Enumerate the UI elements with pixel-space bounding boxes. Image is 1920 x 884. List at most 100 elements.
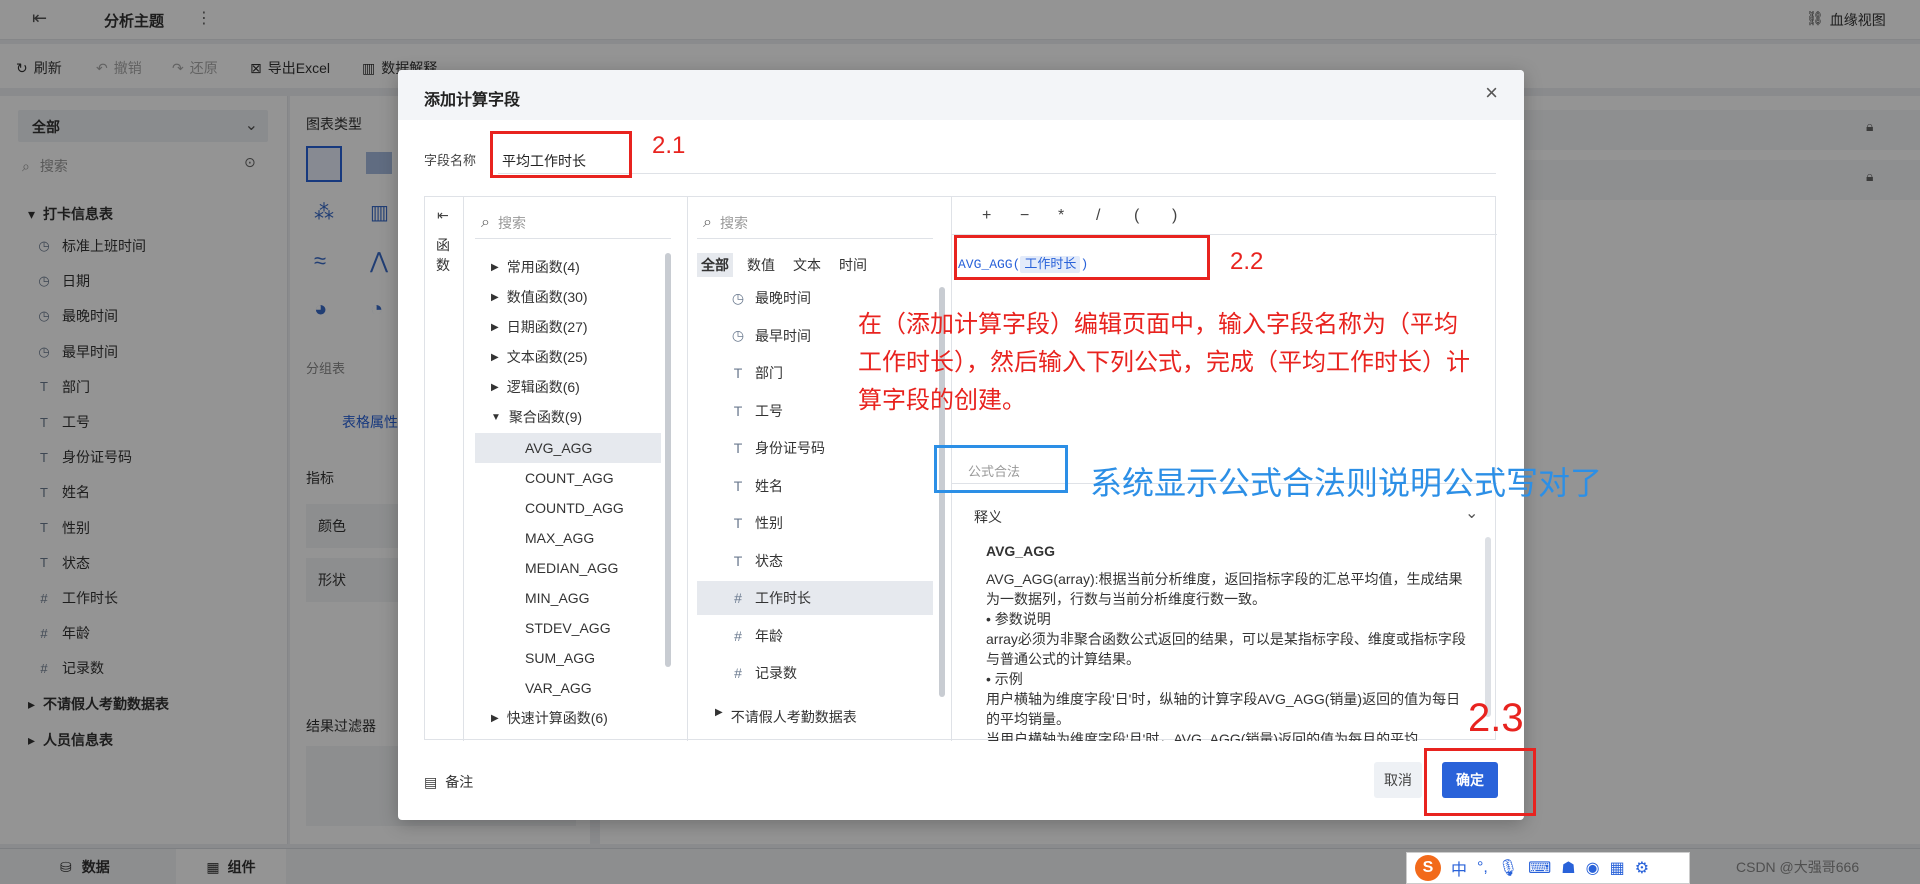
- function-item[interactable]: COUNT_AGG: [475, 463, 661, 493]
- annotation-box-valid: [934, 445, 1068, 493]
- field-search-input[interactable]: ⌕ 搜索: [697, 207, 933, 239]
- annotation-box-ok: [1424, 748, 1536, 816]
- explain-line: AVG_AGG(array):根据当前分析维度，返回指标字段的汇总平均值，生成结…: [986, 571, 1463, 607]
- microphone-icon[interactable]: 🎙︎: [1498, 858, 1518, 878]
- function-item[interactable]: SUM_AGG: [475, 643, 661, 673]
- operator-button[interactable]: /: [1096, 207, 1100, 225]
- text-type-icon: T: [733, 365, 743, 381]
- caret-right-icon: ▶: [491, 712, 499, 724]
- number-type-icon: #: [734, 590, 742, 606]
- operator-button[interactable]: −: [1020, 207, 1029, 225]
- chevron-down-icon[interactable]: ⌄: [1465, 503, 1478, 523]
- cancel-button[interactable]: 取消: [1374, 762, 1422, 798]
- function-search-input[interactable]: ⌕ 搜索: [475, 207, 671, 239]
- function-category[interactable]: ▶ 数值函数(30): [491, 287, 588, 307]
- field-tab[interactable]: 数值: [743, 253, 779, 277]
- number-type-icon: #: [734, 665, 742, 681]
- field-list-item[interactable]: # 年龄: [697, 619, 933, 653]
- keyboard-icon[interactable]: ⌨: [1528, 858, 1551, 878]
- text-type-icon: T: [733, 552, 743, 569]
- apps-icon[interactable]: ▦: [1610, 858, 1625, 878]
- field-tab[interactable]: 时间: [835, 253, 871, 277]
- explain-line: array必须为非聚合函数公式返回的结果，可以是某指标字段、维度或指标字段与普通…: [986, 631, 1466, 667]
- caret-right-icon: ▶: [491, 291, 499, 303]
- annotation-2-2: 2.2: [1230, 248, 1264, 275]
- note-button[interactable]: ▤ 备注: [424, 772, 473, 792]
- explain-line: 用户横轴为维度字段'日'时，纵轴的计算字段AVG_AGG(销量)返回的值为每日的…: [986, 691, 1461, 727]
- annotation-valid-note: 系统显示公式合法则说明公式写对了: [1090, 465, 1603, 501]
- search-icon: ⌕: [703, 213, 712, 231]
- function-item[interactable]: COUNTD_AGG: [475, 493, 661, 523]
- operator-button[interactable]: +: [982, 207, 991, 225]
- function-category[interactable]: ▶ 逻辑函数(6): [491, 377, 580, 397]
- annotation-box-formula: [954, 235, 1210, 280]
- explain-line: 当用户横轴为维度字段'月'时，AVG_AGG(销量)返回的值为每月的平均: [986, 731, 1419, 741]
- function-category[interactable]: ▼ 聚合函数(9): [491, 407, 582, 427]
- function-item[interactable]: MIN_AGG: [475, 583, 661, 613]
- explain-title: AVG_AGG: [986, 543, 1055, 559]
- operator-button[interactable]: *: [1058, 207, 1064, 225]
- function-category[interactable]: ▶ 文本函数(25): [491, 347, 588, 367]
- number-type-icon: #: [734, 627, 742, 644]
- field-list-item[interactable]: # 记录数: [697, 656, 933, 690]
- annotation-2-1: 2.1: [652, 132, 686, 159]
- function-item[interactable]: AVG_AGG: [475, 433, 661, 463]
- field-list-item[interactable]: T 身份证号码: [697, 431, 933, 465]
- explain-line: • 示例: [986, 671, 1023, 687]
- game-icon[interactable]: ◉: [1586, 858, 1600, 878]
- field-list-item[interactable]: T 姓名: [697, 469, 933, 503]
- punctuation-icon[interactable]: °,: [1477, 859, 1488, 877]
- close-icon[interactable]: ×: [1485, 80, 1498, 106]
- sogou-logo-icon: S: [1415, 855, 1441, 881]
- search-icon: ⌕: [481, 213, 490, 231]
- function-category[interactable]: ▶ 日期函数(27): [491, 317, 588, 337]
- settings-icon[interactable]: ⚙: [1635, 858, 1649, 878]
- caret-right-icon: ▶: [491, 381, 499, 393]
- field-tab[interactable]: 全部: [697, 253, 733, 277]
- operator-button[interactable]: ): [1172, 207, 1177, 225]
- field-tab[interactable]: 文本: [789, 253, 825, 277]
- field-name-label: 字段名称: [424, 153, 477, 168]
- dialog-header: 添加计算字段 ×: [398, 70, 1524, 120]
- function-item[interactable]: MEDIAN_AGG: [475, 553, 661, 583]
- tab-functions[interactable]: 函数: [436, 235, 452, 275]
- field-name-input[interactable]: 平均工作时长: [498, 138, 1496, 174]
- field-group-bottom[interactable]: ▶ 不请假人考勤数据表: [715, 707, 857, 727]
- function-category[interactable]: ▶ 常用函数(4): [491, 257, 580, 277]
- field-list-item[interactable]: T 性别: [697, 506, 933, 540]
- note-icon: ▤: [424, 773, 438, 790]
- explain-content: AVG_AGG AVG_AGG(array):根据当前分析维度，返回指标字段的汇…: [986, 541, 1466, 741]
- caret-right-icon: ▶: [491, 261, 499, 273]
- text-type-icon: T: [733, 440, 743, 456]
- divider: [463, 197, 464, 741]
- function-item[interactable]: STDEV_AGG: [475, 613, 661, 643]
- annotation-box-field-name: [490, 131, 632, 178]
- caret-right-icon: ▶: [491, 321, 499, 333]
- function-scrollbar[interactable]: [665, 253, 671, 667]
- dialog-title: 添加计算字段: [424, 92, 521, 109]
- ime-toolbar[interactable]: S 中 °, 🎙︎ ⌨ ☗ ◉ ▦ ⚙: [1406, 852, 1690, 884]
- text-type-icon: T: [733, 515, 743, 531]
- divider: [687, 197, 688, 741]
- ime-mode-icon[interactable]: 中: [1451, 856, 1467, 880]
- quick-calc-category[interactable]: ▶ 快速计算函数(6): [491, 708, 608, 728]
- operator-button[interactable]: (: [1134, 207, 1139, 225]
- clock-icon: ◷: [731, 327, 745, 343]
- field-list-item[interactable]: # 工作时长: [697, 581, 933, 615]
- annotation-instruction: 在（添加计算字段）编辑页面中，输入字段名称为（平均工作时长），然后输入下列公式，…: [858, 311, 1470, 414]
- collapse-icon[interactable]: ⇤: [437, 207, 449, 224]
- function-item[interactable]: MAX_AGG: [475, 523, 661, 553]
- text-type-icon: T: [733, 402, 743, 419]
- side-tab-strip: ⇤ 函数: [425, 197, 463, 741]
- operator-bar: + − * / (): [952, 197, 1497, 235]
- field-list-item[interactable]: T 状态: [697, 544, 933, 578]
- skin-icon[interactable]: ☗: [1561, 858, 1575, 878]
- annotation-2-3: 2.3: [1468, 696, 1524, 740]
- caret-right-icon: ▶: [715, 707, 723, 718]
- text-type-icon: T: [733, 477, 743, 494]
- function-item[interactable]: VAR_AGG: [475, 673, 661, 703]
- explain-scrollbar[interactable]: [1485, 537, 1491, 717]
- field-type-tabs: 全部 数值 文本 时间: [697, 253, 871, 277]
- explain-line: • 参数说明: [986, 611, 1051, 627]
- caret-down-icon: ▼: [491, 411, 501, 423]
